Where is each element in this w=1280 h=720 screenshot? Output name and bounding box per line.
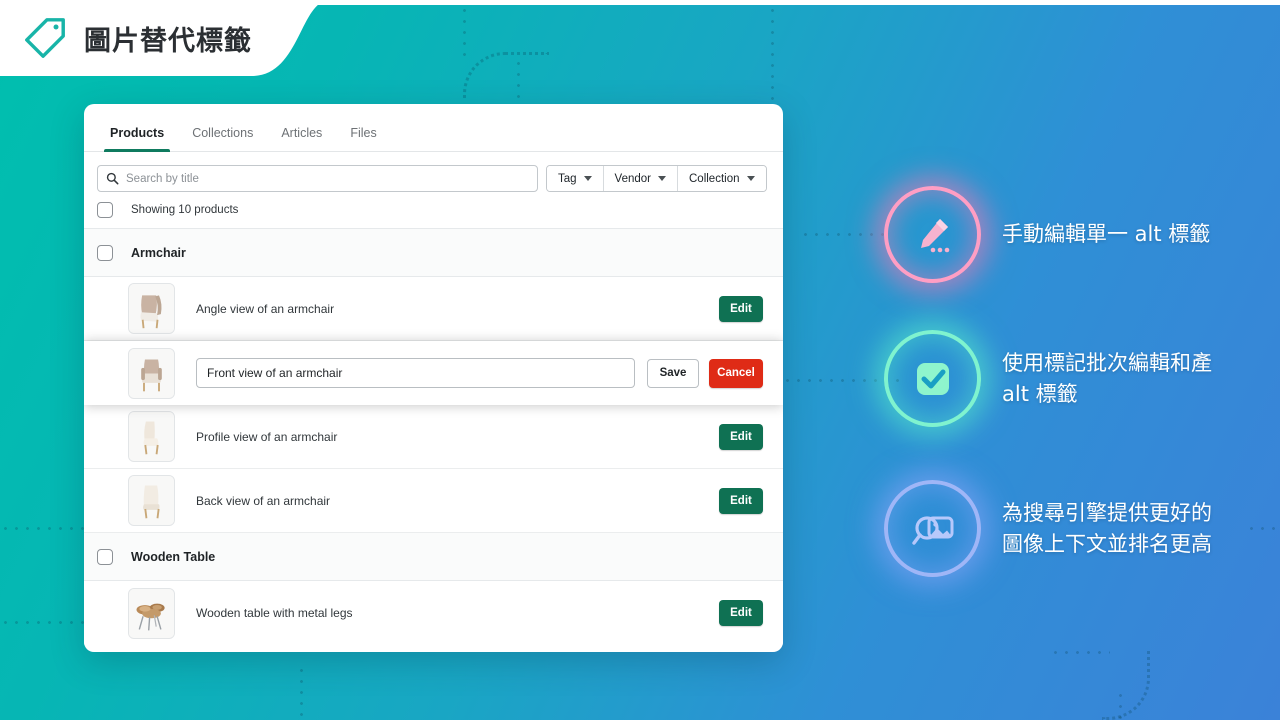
search-input[interactable] [126,172,529,185]
group-title: Wooden Table [131,549,216,564]
alt-text-input[interactable] [196,358,635,388]
group-checkbox-wooden-table[interactable] [97,548,113,565]
save-button[interactable]: Save [647,358,699,388]
alt-text-value: Wooden table with metal legs [196,606,353,620]
search-icon [106,172,119,185]
select-all-checkbox[interactable] [97,202,113,218]
armchair-angle-image [129,284,174,333]
dotted-line-h2 [800,233,890,236]
image-row: Back view of an armchair Edit [84,469,783,533]
showing-count-label: Showing 10 products [131,204,239,216]
alt-text-value: Profile view of an armchair [196,429,338,444]
armchair-profile-image [129,412,174,461]
feature-manual-edit: 手動編輯單一 alt 標籤 [884,186,1210,283]
chevron-down-icon [746,176,755,181]
search-field[interactable] [97,165,538,192]
thumbnail-armchair-angle [128,283,175,334]
group-title: Armchair [131,245,186,260]
feature-bulk-edit: 使用標記批次編輯和產 alt 標籤 [884,330,1212,427]
tab-bar: Products Collections Articles Files [84,104,783,152]
showing-row: Showing 10 products [84,192,783,229]
product-group-header: Wooden Table [84,533,783,581]
image-row: Angle view of an armchair Edit [84,277,783,341]
filter-vendor-button[interactable]: Vendor [603,166,678,191]
badge-ring [884,480,981,577]
thumbnail-armchair-back [128,475,175,526]
dotted-line-h3 [0,527,95,530]
dotted-line-v1 [463,5,466,59]
feature-seo-context: 為搜尋引擎提供更好的 圖像上下文並排名更高 [884,480,1212,577]
edit-button[interactable]: Edit [719,295,763,322]
image-row-editing: Save Cancel [84,341,783,405]
thumbnail-armchair-front [128,347,175,399]
image-row: Wooden table with metal legs Edit [84,581,783,645]
tab-files[interactable]: Files [336,126,390,151]
filter-tag-label: Tag [558,172,577,185]
alt-text-value: Angle view of an armchair [196,301,335,316]
dotted-line-h6 [1050,651,1110,654]
feature-text: 為搜尋引擎提供更好的 圖像上下文並排名更高 [1002,500,1212,556]
feature-badge [884,330,981,427]
dotted-line-h4 [0,621,92,624]
dotted-line-h5 [1246,527,1280,530]
header-content: 圖片替代標籤 [0,0,252,76]
chevron-down-icon [583,176,592,181]
image-row: Profile view of an armchair Edit [84,405,783,469]
top-edge-strip [0,0,1280,5]
dotted-line-v5 [1119,690,1122,720]
filter-tag-button[interactable]: Tag [547,166,604,191]
edit-button[interactable]: Edit [719,487,763,514]
feature-badge [884,480,981,577]
wooden-table-image [129,588,174,638]
dotted-line-v6 [300,665,303,720]
filter-collection-button[interactable]: Collection [678,166,766,191]
group-checkbox-armchair[interactable] [97,244,113,261]
dotted-line-h1 [771,379,901,382]
feature-text: 手動編輯單一 alt 標籤 [1002,222,1211,246]
filter-group: Tag Vendor Collection [546,165,767,192]
dotted-corner-2 [1102,650,1150,720]
product-group-header: Armchair [84,229,783,277]
page-title: 圖片替代標籤 [84,25,252,57]
alt-text-value: Back view of an armchair [196,493,331,508]
feature-text: 使用標記批次編輯和產 alt 標籤 [1002,350,1212,406]
tab-products[interactable]: Products [96,126,178,152]
badge-ring [884,186,981,283]
tab-articles[interactable]: Articles [267,126,336,151]
filter-row: Tag Vendor Collection [84,152,783,192]
chevron-down-icon [658,176,666,181]
edit-button[interactable]: Edit [719,600,763,626]
filter-collection-label: Collection [689,172,740,185]
tab-collections[interactable]: Collections [178,126,267,151]
tag-icon [25,18,65,58]
badge-ring [884,330,981,427]
feature-badge [884,186,981,283]
edit-button[interactable]: Edit [719,423,763,450]
armchair-front-image [129,348,174,398]
thumbnail-armchair-profile [128,411,175,462]
dotted-corner-1 [463,52,549,98]
app-window: Products Collections Articles Files Tag [84,104,783,652]
armchair-back-image [129,476,174,525]
thumbnail-wooden-table [128,587,175,639]
cancel-button[interactable]: Cancel [709,358,763,388]
app-promo-banner: 圖片替代標籤 Products Collections Articles Fil… [0,0,1280,720]
filter-vendor-label: Vendor [614,172,651,185]
